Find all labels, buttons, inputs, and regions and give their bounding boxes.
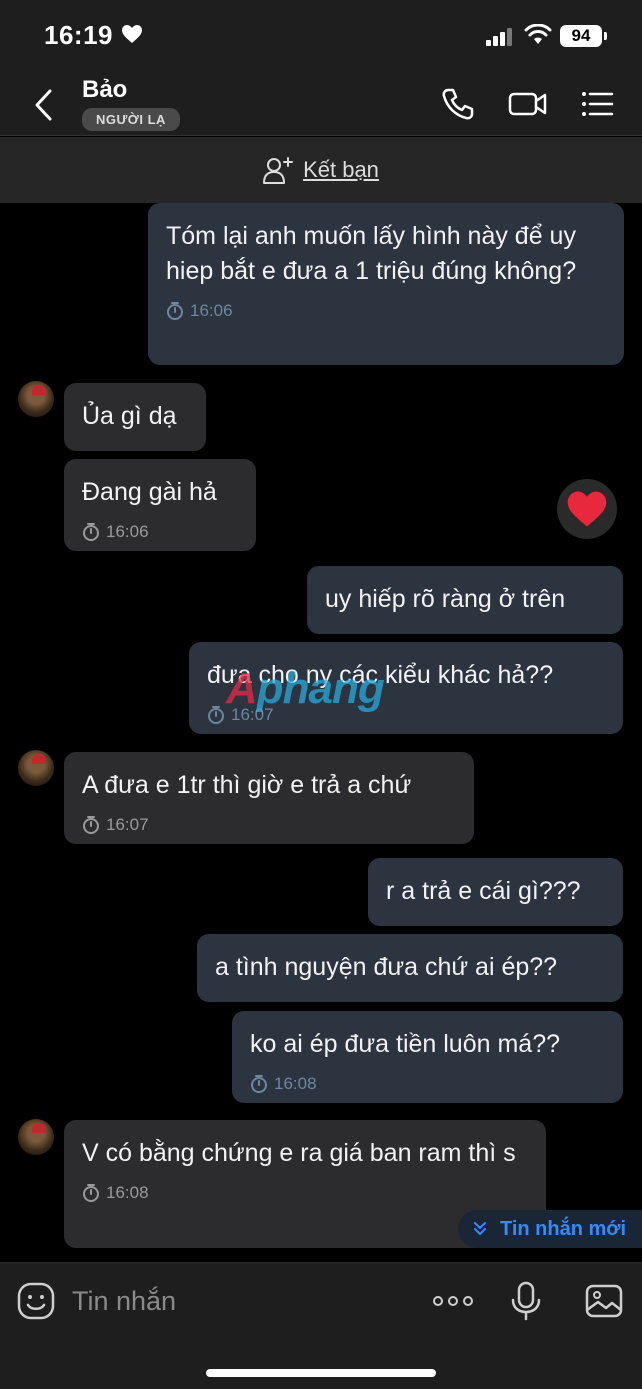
avatar[interactable] [18,1119,54,1155]
message-meta: 16:06 [82,514,238,549]
message-text: Tóm lại anh muốn lấy hình này để uy hiep… [166,222,577,285]
new-messages-button[interactable]: Tin nhắn mới [458,1210,642,1248]
message-time: 16:06 [190,301,233,320]
add-friend-label[interactable]: Kết bạn [303,157,379,183]
clock-icon [83,1183,99,1202]
avatar[interactable] [18,381,54,417]
message-meta: 16:07 [82,807,456,842]
message-text: V có bằng chứng e ra giá ban ram thì s [82,1139,516,1167]
heart-icon [122,25,142,43]
clock-icon [83,815,99,834]
message-bubble-incoming[interactable]: A đưa e 1tr thì giờ e trả a chứ 16:07 [64,752,474,844]
microphone-icon[interactable] [506,1281,546,1321]
clock-icon [251,1074,267,1093]
message-text: Đang gài hả [82,478,217,506]
message-text: A đưa e 1tr thì giờ e trả a chứ [82,771,412,799]
message-time: 16:06 [106,522,149,541]
image-gallery-icon[interactable] [584,1281,624,1321]
battery-indicator: 94 [560,25,607,47]
message-bubble-outgoing[interactable]: a tình nguyện đưa chứ ai ép?? [197,934,623,1002]
message-text: a tình nguyện đưa chứ ai ép?? [215,953,558,981]
message-bubble-outgoing[interactable]: Tóm lại anh muốn lấy hình này để uy hiep… [148,203,624,365]
message-bubble-outgoing[interactable]: uy hiếp rõ ràng ở trên [307,566,623,634]
chat-header: Bảo NGƯỜI LẠ [0,70,642,136]
contact-name[interactable]: Bảo [82,76,127,104]
back-icon[interactable] [30,88,58,122]
message-meta: 16:06 [166,293,606,328]
message-text: uy hiếp rõ ràng ở trên [325,585,566,613]
add-friend-icon [263,157,294,184]
home-indicator [206,1369,436,1377]
message-text: r a trả e cái gì??? [386,877,581,905]
message-bubble-incoming[interactable]: Đang gài hả 16:06 [64,459,256,551]
message-bubble-outgoing[interactable]: r a trả e cái gì??? [368,858,623,926]
video-call-icon[interactable] [508,86,548,122]
sticker-icon[interactable] [16,1281,56,1321]
message-meta: 16:08 [250,1066,605,1101]
message-bubble-outgoing[interactable]: ko ai ép đưa tiền luôn má?? 16:08 [232,1011,623,1103]
double-chevron-down-icon [474,1222,486,1235]
message-bubble-incoming[interactable]: Ủa gì dạ [64,383,206,451]
message-meta: 16:08 [82,1175,528,1210]
watermark-logo: Aphang [226,664,385,713]
message-time: 16:08 [106,1183,149,1202]
message-text: ko ai ép đưa tiền luôn má?? [250,1030,560,1058]
menu-icon[interactable] [580,86,616,122]
avatar[interactable] [18,750,54,786]
add-friend-bar[interactable]: Kết bạn [0,137,642,203]
message-text: Ủa gì dạ [82,402,177,430]
status-bar: 16:19 94 [0,0,642,70]
clock-icon [83,522,99,541]
reaction-badge[interactable] [557,479,617,539]
cellular-signal-icon [486,28,512,46]
clock-icon [208,705,224,724]
message-time: 16:08 [274,1074,317,1093]
wifi-icon [524,24,552,44]
clock-icon [167,301,183,320]
message-input[interactable] [72,1281,392,1321]
status-time: 16:19 [44,20,113,50]
heart-reaction-icon [567,491,607,527]
more-options-icon[interactable] [432,1281,474,1321]
phone-icon[interactable] [440,86,476,122]
new-messages-label: Tin nhắn mới [500,1217,627,1240]
message-time: 16:07 [106,815,149,834]
stranger-badge: NGƯỜI LẠ [82,108,180,131]
